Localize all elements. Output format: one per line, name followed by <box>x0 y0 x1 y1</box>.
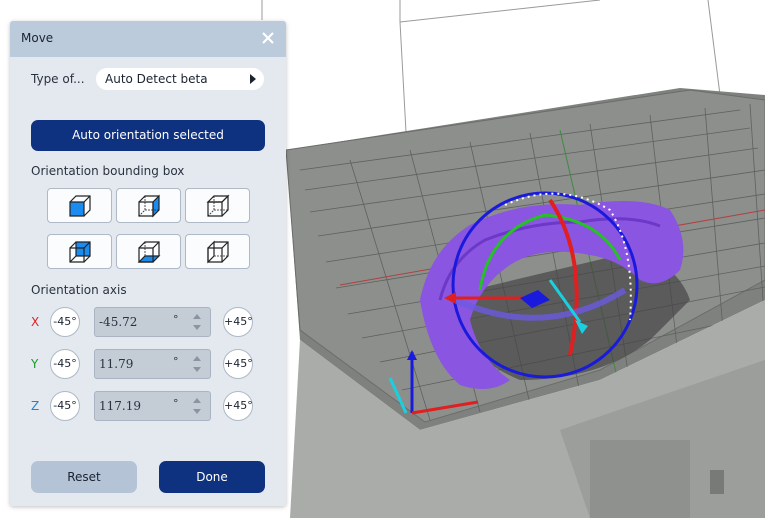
bounding-box-left-button[interactable] <box>185 234 250 269</box>
cube-face-left-icon <box>207 240 229 264</box>
move-panel: Move Type of... Auto Detect beta Auto or… <box>10 21 286 506</box>
axis-x-minus-button[interactable]: -45° <box>50 307 80 337</box>
axis-x-plus-button[interactable]: +45° <box>223 307 253 337</box>
axis-y-unit: ° <box>173 355 179 368</box>
axis-x-letter: X <box>31 315 40 329</box>
axis-x-unit: ° <box>173 313 179 326</box>
cube-face-top-icon <box>206 194 230 217</box>
bounding-box-label: Orientation bounding box <box>31 164 185 178</box>
type-label: Type of... <box>31 72 85 86</box>
axis-z-minus-button[interactable]: -45° <box>50 391 80 421</box>
bounding-box-bottom-button[interactable] <box>116 234 181 269</box>
reset-button[interactable]: Reset <box>31 461 137 493</box>
axis-z-plus-button[interactable]: +45° <box>223 391 253 421</box>
orientation-axis-label: Orientation axis <box>31 283 127 297</box>
cube-face-back-icon <box>69 241 91 263</box>
axis-z-letter: Z <box>31 399 40 413</box>
axis-z-input[interactable]: 117.19 ° <box>94 391 211 421</box>
bounding-box-top-button[interactable] <box>185 188 250 223</box>
cube-face-bottom-icon <box>137 241 161 263</box>
axis-x-spin-down-icon[interactable] <box>193 325 201 330</box>
axis-x-spin-up-icon[interactable] <box>193 314 201 319</box>
axis-z-value: 117.19 <box>99 399 141 413</box>
axis-z-spin-up-icon[interactable] <box>193 398 201 403</box>
caret-right-icon <box>250 74 256 84</box>
axis-z-spin-down-icon[interactable] <box>193 409 201 414</box>
axis-y-value: 11.79 <box>99 357 134 371</box>
bounding-box-right-button[interactable] <box>116 188 181 223</box>
type-select-value: Auto Detect beta <box>105 72 208 86</box>
axis-y-minus-button[interactable]: -45° <box>50 349 80 379</box>
cube-face-front-icon <box>69 195 91 217</box>
close-icon[interactable] <box>258 28 278 48</box>
panel-header: Move <box>10 21 286 57</box>
bounding-box-front-button[interactable] <box>47 188 112 223</box>
type-select[interactable]: Auto Detect beta <box>96 68 264 90</box>
auto-orientation-button[interactable]: Auto orientation selected <box>31 120 265 151</box>
axis-y-spin-up-icon[interactable] <box>193 356 201 361</box>
axis-y-input[interactable]: 11.79 ° <box>94 349 211 379</box>
axis-y-plus-button[interactable]: +45° <box>223 349 253 379</box>
axis-y-letter: Y <box>31 357 39 371</box>
axis-x-value: -45.72 <box>99 315 138 329</box>
axis-z-unit: ° <box>173 397 179 410</box>
done-button[interactable]: Done <box>159 461 265 493</box>
axis-x-input[interactable]: -45.72 ° <box>94 307 211 337</box>
bounding-box-back-button[interactable] <box>47 234 112 269</box>
cube-face-right-icon <box>138 194 160 218</box>
axis-y-spin-down-icon[interactable] <box>193 367 201 372</box>
panel-title: Move <box>21 31 54 45</box>
